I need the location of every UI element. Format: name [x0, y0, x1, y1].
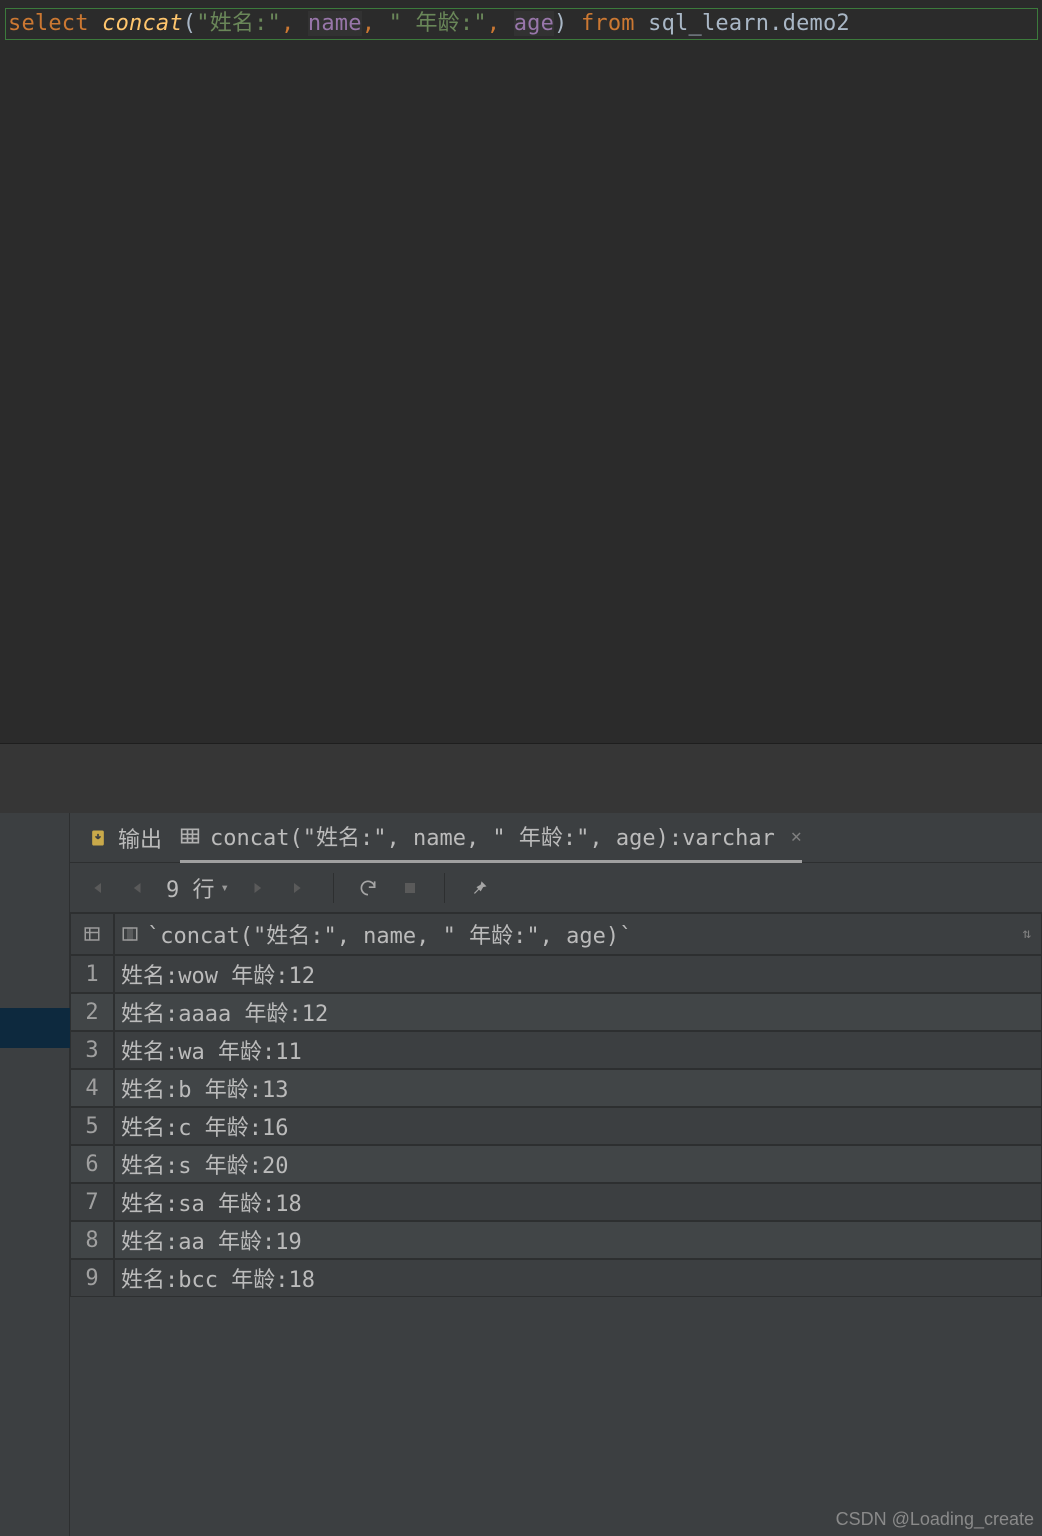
table-icon [180, 826, 200, 846]
gutter-selection [0, 1008, 70, 1048]
toolbar-separator [444, 873, 445, 903]
keyword-select: select [8, 11, 89, 36]
row-count-label: 9 行 [166, 872, 215, 904]
cell-value[interactable]: 姓名:wow 年龄:12 [114, 955, 1042, 993]
table-row[interactable]: 9姓名:bcc 年龄:18 [70, 1259, 1042, 1297]
row-number: 9 [70, 1259, 114, 1297]
sort-icon[interactable]: ⇅ [1023, 926, 1031, 942]
column-header[interactable]: `concat("姓名:", name, " 年龄:", age)` ⇅ [114, 913, 1042, 955]
string-literal: "姓名:" [196, 11, 281, 36]
table-row[interactable]: 4姓名:b 年龄:13 [70, 1069, 1042, 1107]
row-number: 1 [70, 955, 114, 993]
table-name: sql_learn.demo2 [648, 11, 850, 36]
stop-button[interactable] [396, 874, 424, 902]
column-icon [121, 925, 139, 943]
pin-button[interactable] [465, 874, 493, 902]
row-number: 4 [70, 1069, 114, 1107]
output-icon [88, 828, 108, 848]
refresh-button[interactable] [354, 874, 382, 902]
string-literal: " 年龄:" [389, 11, 487, 36]
row-number: 7 [70, 1183, 114, 1221]
results-panel: 输出 concat("姓名:", name, " 年龄:", age):varc… [0, 813, 1042, 1536]
watermark: CSDN @Loading_create [836, 1509, 1034, 1530]
table-row[interactable]: 7姓名:sa 年龄:18 [70, 1183, 1042, 1221]
keyword-from: from [581, 11, 635, 36]
cell-value[interactable]: 姓名:bcc 年龄:18 [114, 1259, 1042, 1297]
last-page-button[interactable] [285, 874, 313, 902]
cell-value[interactable]: 姓名:s 年龄:20 [114, 1145, 1042, 1183]
tab-result-label: concat("姓名:", name, " 年龄:", age):varchar [210, 820, 775, 852]
chevron-down-icon: ▾ [221, 880, 229, 896]
results-toolbar: 9 行 ▾ [70, 863, 1042, 913]
panel-divider [0, 743, 1042, 813]
table-row[interactable]: 5姓名:c 年龄:16 [70, 1107, 1042, 1145]
cell-value[interactable]: 姓名:sa 年龄:18 [114, 1183, 1042, 1221]
table-row[interactable]: 8姓名:aa 年龄:19 [70, 1221, 1042, 1259]
prev-page-button[interactable] [124, 874, 152, 902]
toolbar-separator [333, 873, 334, 903]
cell-value[interactable]: 姓名:wa 年龄:11 [114, 1031, 1042, 1069]
table-row[interactable]: 2姓名:aaaa 年龄:12 [70, 993, 1042, 1031]
column-header-label: `concat("姓名:", name, " 年龄:", age)` [147, 918, 632, 950]
grid-header: `concat("姓名:", name, " 年龄:", age)` ⇅ [70, 913, 1042, 955]
next-page-button[interactable] [243, 874, 271, 902]
table-row[interactable]: 1姓名:wow 年龄:12 [70, 955, 1042, 993]
first-page-button[interactable] [82, 874, 110, 902]
grid-corner[interactable] [70, 913, 114, 955]
results-side-gutter [0, 813, 70, 1536]
row-count-dropdown[interactable]: 9 行 ▾ [166, 872, 229, 904]
cell-value[interactable]: 姓名:c 年龄:16 [114, 1107, 1042, 1145]
cell-value[interactable]: 姓名:b 年龄:13 [114, 1069, 1042, 1107]
sql-editor[interactable]: select concat("姓名:", name, " 年龄:", age) … [0, 0, 1042, 743]
row-number: 3 [70, 1031, 114, 1069]
row-number: 6 [70, 1145, 114, 1183]
sql-statement[interactable]: select concat("姓名:", name, " 年龄:", age) … [5, 8, 1038, 40]
cell-value[interactable]: 姓名:aa 年龄:19 [114, 1221, 1042, 1259]
results-tabs: 输出 concat("姓名:", name, " 年龄:", age):varc… [70, 813, 1042, 863]
tab-output[interactable]: 输出 [88, 813, 162, 863]
grid-body: 1姓名:wow 年龄:122姓名:aaaa 年龄:123姓名:wa 年龄:114… [70, 955, 1042, 1297]
column-name: name [308, 11, 362, 36]
tab-result[interactable]: concat("姓名:", name, " 年龄:", age):varchar… [180, 813, 802, 863]
row-number: 8 [70, 1221, 114, 1259]
column-age: age [514, 11, 554, 36]
results-grid: `concat("姓名:", name, " 年龄:", age)` ⇅ 1姓名… [70, 913, 1042, 1536]
table-row[interactable]: 3姓名:wa 年龄:11 [70, 1031, 1042, 1069]
row-number: 2 [70, 993, 114, 1031]
function-concat: concat [102, 11, 183, 36]
row-number: 5 [70, 1107, 114, 1145]
close-icon[interactable]: ✕ [791, 826, 802, 847]
tab-output-label: 输出 [118, 822, 162, 854]
table-row[interactable]: 6姓名:s 年龄:20 [70, 1145, 1042, 1183]
cell-value[interactable]: 姓名:aaaa 年龄:12 [114, 993, 1042, 1031]
